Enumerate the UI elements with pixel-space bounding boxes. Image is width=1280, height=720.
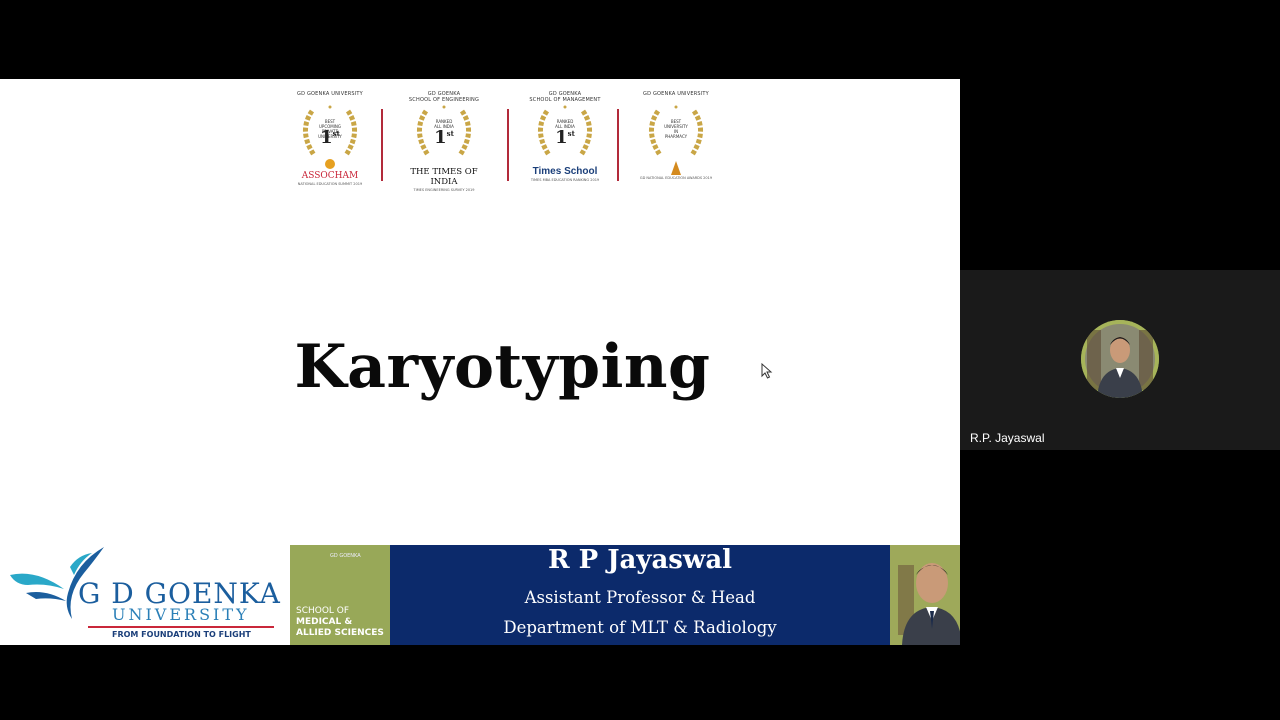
participant-panel-bottom: [960, 450, 1280, 720]
shared-screen: GD GOENKA UNIVERSITY BEST UPCOMING PRIVA…: [0, 0, 960, 720]
slide-title: Karyotyping: [294, 332, 711, 402]
laurel-wreath-icon: BEST UNIVERSITY IN PHARMACY: [638, 105, 714, 163]
logo-university: UNIVERSITY: [112, 605, 250, 624]
award-header: GD GOENKA SCHOOL OF ENGINEERING: [408, 91, 480, 103]
participant-panel-top: [960, 0, 1280, 270]
person-photo-icon: [890, 545, 960, 645]
awards-strip: GD GOENKA UNIVERSITY BEST UPCOMING PRIVA…: [285, 91, 725, 196]
award-text: BEST UNIVERSITY IN PHARMACY: [664, 119, 688, 139]
award-badge: GD GOENKA UNIVERSITY BEST UPCOMING PRIVA…: [285, 91, 375, 196]
presenter-role: Assistant Professor & Head: [524, 588, 756, 607]
laurel-wreath-icon: RANKED ALL INDIA 1st: [406, 105, 482, 163]
divider: [507, 109, 509, 181]
divider: [617, 109, 619, 181]
award-brand: THE TIMES OF INDIA: [410, 167, 478, 187]
logo-divider: [88, 626, 274, 628]
award-rank: 1st: [555, 127, 575, 148]
presentation-slide: GD GOENKA UNIVERSITY BEST UPCOMING PRIVA…: [0, 79, 960, 645]
avatar: [1081, 320, 1159, 398]
school-line: MEDICAL &: [296, 617, 353, 627]
award-footer: TIMES ENGINEERING SURVEY 2019: [413, 188, 475, 192]
award-badge: GD GOENKA UNIVERSITY BEST UNIVERSITY IN …: [631, 91, 721, 196]
presenter-info: R P Jayaswal Assistant Professor & Head …: [390, 545, 890, 645]
award-brand: Times School: [532, 166, 598, 177]
divider: [381, 109, 383, 181]
award-rank: 1st: [434, 127, 454, 148]
laurel-wreath-icon: RANKED ALL INDIA 1st: [527, 105, 603, 163]
award-badge: GD GOENKA SCHOOL OF MANAGEMENT RANKED AL…: [520, 91, 610, 196]
university-logo: G D GOENKA UNIVERSITY FROM FOUNDATION TO…: [0, 545, 290, 645]
school-mini-logo: GD GOENKA: [330, 553, 361, 559]
award-header: GD GOENKA UNIVERSITY: [643, 91, 709, 97]
presenter-department: Department of MLT & Radiology: [503, 618, 777, 637]
award-header: GD GOENKA SCHOOL OF MANAGEMENT: [529, 91, 601, 103]
logo-tagline: FROM FOUNDATION TO FLIGHT: [112, 630, 251, 639]
presenter-photo: [890, 545, 960, 645]
award-badge: GD GOENKA SCHOOL OF ENGINEERING RANKED A…: [399, 91, 489, 196]
participant-name: R.P. Jayaswal: [970, 431, 1045, 445]
school-name: SCHOOL OF MEDICAL & ALLIED SCIENCES: [296, 606, 384, 639]
school-line: SCHOOL OF: [296, 606, 350, 616]
award-rank: 1st: [320, 127, 340, 148]
mouse-cursor-icon: [761, 363, 773, 379]
participant-tile[interactable]: R.P. Jayaswal: [960, 270, 1280, 450]
presenter-banner: G D GOENKA UNIVERSITY FROM FOUNDATION TO…: [0, 545, 960, 645]
award-brand: ASSOCHAM: [301, 171, 359, 181]
user-photo-icon: [1081, 320, 1159, 398]
award-header: GD GOENKA UNIVERSITY: [297, 91, 363, 97]
school-block: GD GOENKA SCHOOL OF MEDICAL & ALLIED SCI…: [290, 545, 390, 645]
trophy-icon: [671, 161, 681, 175]
award-footer: NATIONAL EDUCATION SUMMIT 2019: [297, 182, 363, 186]
award-footer: TIMES MBA EDUCATION RANKING 2019: [530, 178, 600, 182]
presenter-name: R P Jayaswal: [547, 545, 733, 575]
laurel-wreath-icon: BEST UPCOMING PRIVATE UNIVERSITY 1st: [292, 105, 368, 163]
school-line: ALLIED SCIENCES: [296, 628, 384, 638]
award-footer: GD NATIONAL EDUCATION AWARDS 2019: [639, 176, 713, 180]
